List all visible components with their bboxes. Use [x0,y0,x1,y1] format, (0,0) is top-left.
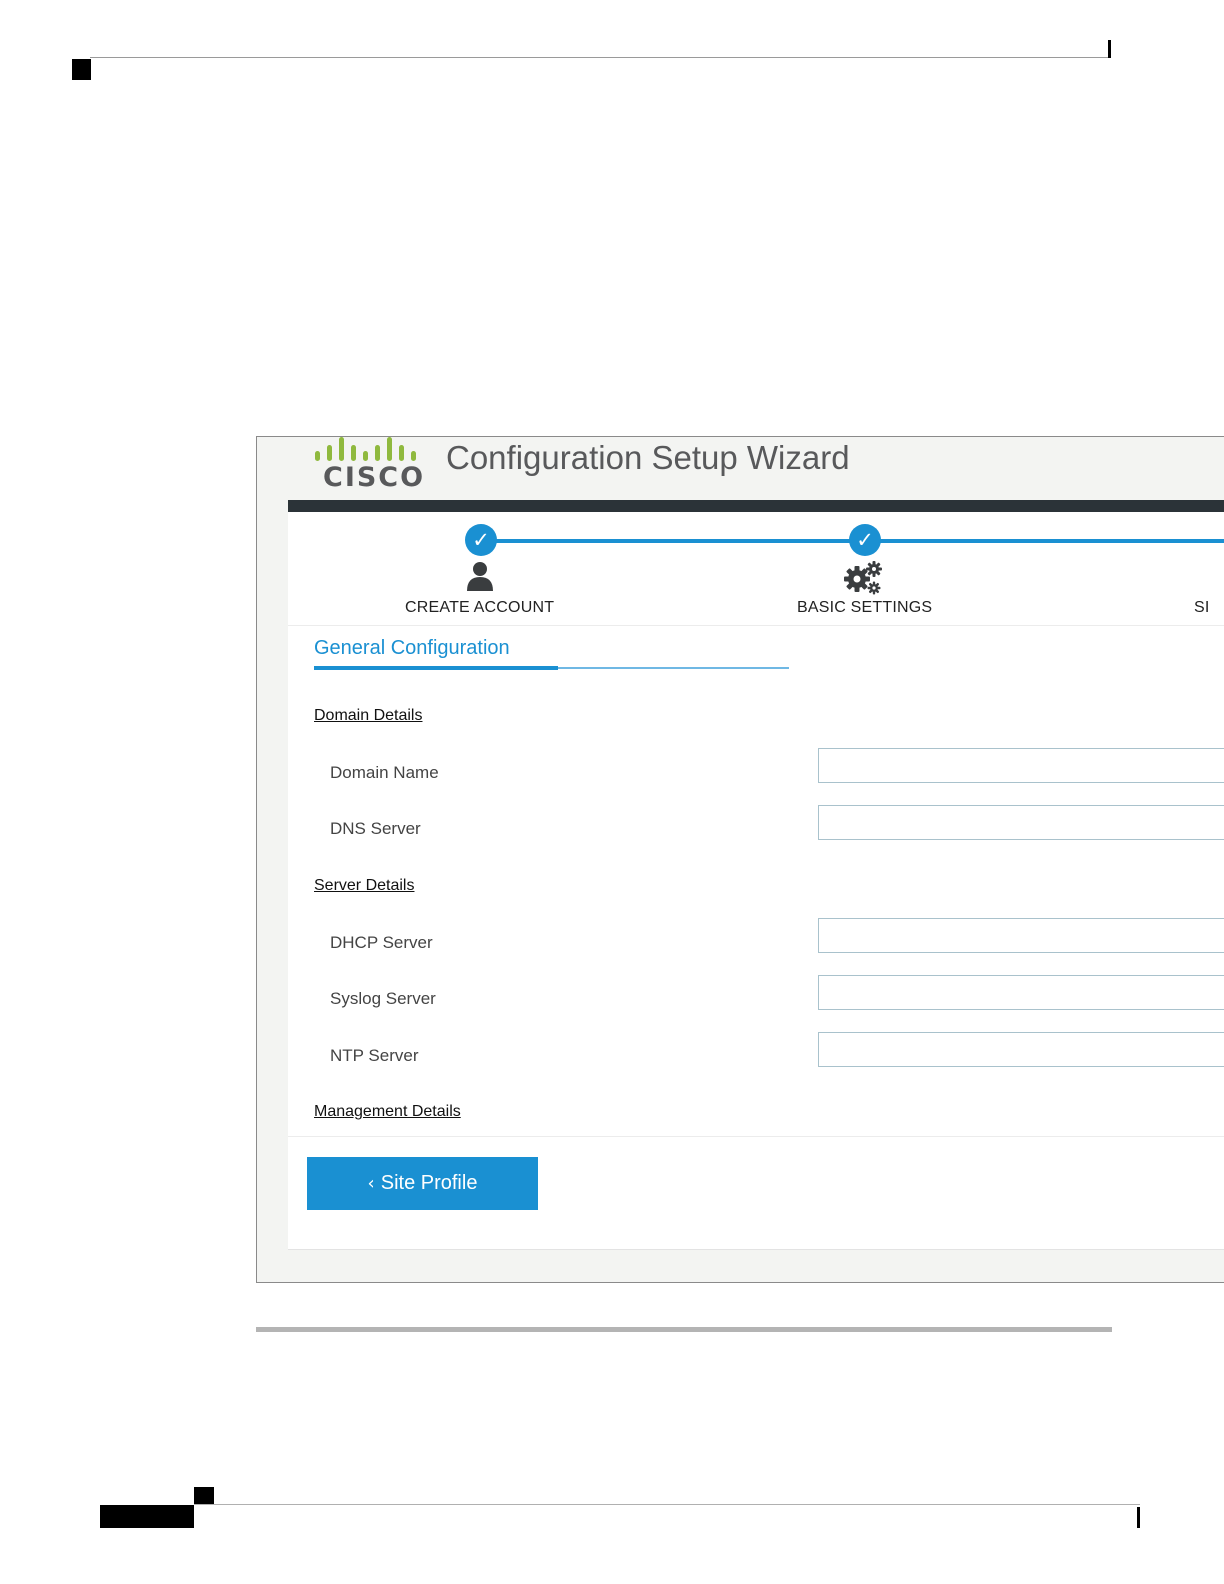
page-header-rule [90,57,1110,58]
tab-active-indicator [314,666,558,670]
field-label-dhcp-server: DHCP Server [330,933,433,952]
group-title-management-details: Management Details [314,1103,461,1120]
user-icon [467,562,493,591]
step-label-create-account[interactable]: CREATE ACCOUNT [405,599,554,617]
wizard-panel: ✓ ✓ CREATE ACCOUNT BASIC SETTINGS SI Gen… [288,512,1224,1250]
step-label-basic-settings[interactable]: BASIC SETTINGS [797,599,932,617]
step-connector [481,539,865,543]
field-label-syslog-server: Syslog Server [330,989,436,1008]
dhcp-server-input[interactable] [818,918,1224,953]
app-title: Configuration Setup Wizard [446,439,850,476]
step-complete-check-icon[interactable]: ✓ [465,524,497,556]
header-bar [288,500,1224,512]
domain-name-input[interactable] [818,748,1224,783]
group-title-server-details: Server Details [314,877,415,894]
field-label-ntp-server: NTP Server [330,1046,419,1065]
stepper-divider [288,625,1224,626]
field-label-dns-server: DNS Server [330,819,421,838]
page-footer-rule [194,1504,1140,1505]
step-complete-check-icon[interactable]: ✓ [849,524,881,556]
step-connector [865,539,1224,543]
field-label-domain-name: Domain Name [330,763,439,782]
cisco-logo-wordmark: CISCO [323,462,426,493]
syslog-server-input[interactable] [818,975,1224,1010]
page-footer-tick [1137,1507,1140,1528]
wizard-screenshot: CISCO Configuration Setup Wizard ✓ ✓ CRE… [256,436,1224,1283]
back-button-label: Site Profile [380,1172,478,1194]
page-header-tick [1108,40,1111,58]
footer-divider [288,1136,1224,1137]
dns-server-input[interactable] [818,805,1224,840]
site-profile-back-button[interactable]: ‹ Site Profile [307,1157,538,1210]
figure-bottom-rule [256,1327,1112,1332]
group-title-domain-details: Domain Details [314,707,423,724]
chevron-left-icon: ‹ [367,1173,375,1194]
ntp-server-input[interactable] [818,1032,1224,1067]
page-header-marker [72,59,91,80]
page-footer-block [100,1505,194,1528]
gears-icon [844,561,882,595]
tab-general-configuration[interactable]: General Configuration [314,637,510,660]
step-label-site[interactable]: SI [1194,599,1210,617]
page-footer-marker [194,1487,214,1505]
